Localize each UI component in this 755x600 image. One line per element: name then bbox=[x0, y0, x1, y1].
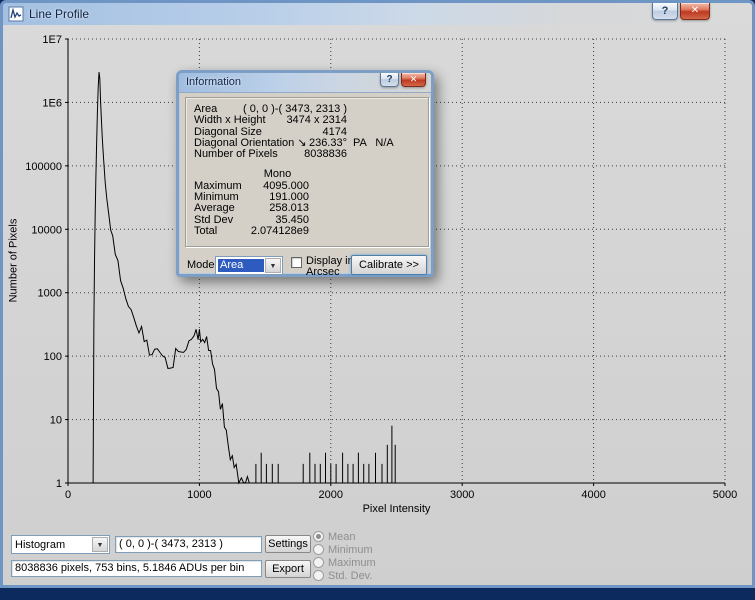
svg-text:5000: 5000 bbox=[713, 489, 737, 501]
plot-type-value: Histogram bbox=[15, 538, 91, 552]
chevron-down-icon[interactable]: ▼ bbox=[92, 537, 108, 552]
radio-dot-icon bbox=[313, 531, 324, 542]
svg-text:10: 10 bbox=[50, 415, 62, 427]
info-row-width-height: Width x Height 3474 x 2314 bbox=[186, 115, 428, 126]
svg-text:4000: 4000 bbox=[581, 489, 605, 501]
svg-text:1E7: 1E7 bbox=[42, 34, 62, 46]
statistic-radio-group: Mean Minimum Maximum Std. Dev. bbox=[313, 530, 376, 582]
svg-text:100000: 100000 bbox=[25, 161, 62, 173]
region-field[interactable]: ( 0, 0 )-( 3473, 2313 ) bbox=[115, 536, 262, 553]
export-button[interactable]: Export bbox=[265, 560, 311, 578]
dialog-content: Area ( 0, 0 )-( 3473, 2313 ) Width x Hei… bbox=[179, 93, 431, 274]
stat-row-average: Average 258.013 bbox=[186, 203, 428, 214]
mode-label: Mode bbox=[187, 259, 215, 271]
titlebar[interactable]: Line Profile ? ✕ bbox=[3, 3, 752, 26]
column-header: Mono bbox=[226, 169, 329, 180]
svg-text:10000: 10000 bbox=[31, 224, 62, 236]
display-arcsec-checkbox[interactable]: Display in Arcsec bbox=[291, 256, 354, 277]
radio-label: Maximum bbox=[328, 557, 376, 569]
dialog-title: Information bbox=[186, 76, 241, 88]
radio-label: Mean bbox=[328, 531, 356, 543]
settings-button[interactable]: Settings bbox=[265, 535, 311, 553]
svg-text:2000: 2000 bbox=[319, 489, 343, 501]
svg-text:3000: 3000 bbox=[450, 489, 474, 501]
radio-maximum[interactable]: Maximum bbox=[313, 556, 376, 569]
mode-combobox[interactable]: Area ▼ bbox=[215, 256, 283, 275]
plot-type-combobox[interactable]: Histogram ▼ bbox=[11, 535, 110, 554]
window-title: Line Profile bbox=[29, 7, 89, 21]
mode-row: Mode Area ▼ Display in Arcsec C bbox=[179, 255, 431, 277]
close-button[interactable]: ✕ bbox=[680, 3, 710, 20]
radio-dot-icon bbox=[313, 557, 324, 568]
desktop-background: Line Profile ? ✕ 1E71E610000010000100010… bbox=[0, 0, 755, 600]
mode-value: Area bbox=[218, 259, 264, 272]
radio-dot-icon bbox=[313, 570, 324, 581]
svg-text:1000: 1000 bbox=[187, 489, 211, 501]
x-axis-label: Pixel Intensity bbox=[68, 503, 725, 515]
dialog-help-button[interactable]: ? bbox=[380, 73, 399, 87]
checkbox-box-icon bbox=[291, 257, 302, 268]
radio-std-dev[interactable]: Std. Dev. bbox=[313, 569, 376, 582]
y-axis-label: Number of Pixels bbox=[8, 201, 21, 321]
dialog-close-button[interactable]: ✕ bbox=[401, 73, 426, 87]
radio-minimum[interactable]: Minimum bbox=[313, 543, 376, 556]
bin-info-field[interactable]: 8038836 pixels, 753 bins, 5.1846 ADUs pe… bbox=[11, 560, 262, 577]
radio-dot-icon bbox=[313, 544, 324, 555]
info-row-number-of-pixels: Number of Pixels 8038836 bbox=[186, 149, 428, 160]
radio-mean[interactable]: Mean bbox=[313, 530, 376, 543]
chevron-down-icon[interactable]: ▼ bbox=[265, 258, 281, 273]
statistics-panel: Area ( 0, 0 )-( 3473, 2313 ) Width x Hei… bbox=[185, 97, 429, 247]
help-button[interactable]: ? bbox=[652, 3, 678, 20]
svg-text:1E6: 1E6 bbox=[42, 97, 62, 109]
radio-label: Minimum bbox=[328, 544, 373, 556]
line-profile-window: Line Profile ? ✕ 1E71E610000010000100010… bbox=[0, 0, 755, 588]
calibrate-button[interactable]: Calibrate >> bbox=[351, 255, 427, 275]
svg-text:1: 1 bbox=[56, 478, 62, 490]
information-dialog: Information ? ✕ Area ( 0, 0 )-( 3473, 23… bbox=[176, 70, 434, 277]
position-angle-value: PA N/A bbox=[353, 138, 394, 149]
line-profile-icon bbox=[8, 6, 24, 22]
window-content: 1E7 1E6 100000 10000 1000 100 10 10 1000 2000 3000… bbox=[3, 25, 752, 585]
stat-row-total: Total 2.074128e9 bbox=[186, 226, 428, 237]
radio-label: Std. Dev. bbox=[328, 570, 372, 582]
svg-text:0: 0 bbox=[65, 489, 71, 501]
svg-text:1000: 1000 bbox=[38, 288, 62, 300]
information-dialog-titlebar[interactable]: Information ? ✕ bbox=[179, 73, 431, 93]
svg-text:100: 100 bbox=[44, 351, 62, 363]
